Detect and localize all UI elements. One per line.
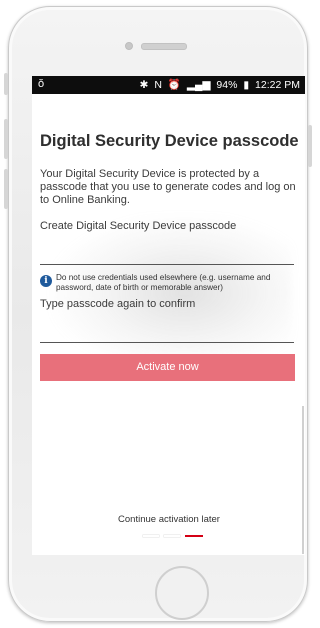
page-dot-3-active <box>185 535 203 537</box>
status-bar: ŏ ✱ N ⏰ ▂▄▆ 94% ▮ 12:22 PM <box>32 76 305 94</box>
status-time: 12:22 PM <box>255 79 300 91</box>
page-indicator <box>143 535 213 538</box>
info-hint: Do not use credentials used elsewhere (e… <box>56 273 271 292</box>
scrollbar[interactable] <box>302 406 304 554</box>
confirm-passcode-label: Type passcode again to confirm <box>40 298 196 310</box>
activate-now-button[interactable]: Activate now <box>40 354 295 381</box>
phone-screen: ŏ ✱ N ⏰ ▂▄▆ 94% ▮ 12:22 PM Digital Secur… <box>32 76 305 555</box>
confirm-passcode-input[interactable] <box>40 324 294 343</box>
battery-percent: 94% <box>216 79 238 91</box>
page-dot-1 <box>143 535 159 537</box>
earpiece-speaker <box>141 43 187 50</box>
page-title: Digital Security Device passcode <box>40 132 299 150</box>
volume-up-button <box>4 119 8 159</box>
info-icon: i <box>40 275 52 287</box>
status-icons: ✱ N ⏰ ▂▄▆ 94% ▮ 12:22 PM <box>137 78 300 91</box>
home-button[interactable] <box>155 566 209 620</box>
bluetooth-icon: ✱ <box>139 79 149 91</box>
alarm-icon: ⏰ <box>167 79 181 91</box>
signal-icon: ▂▄▆ <box>186 79 211 91</box>
page-description: Your Digital Security Device is protecte… <box>40 168 296 206</box>
front-camera <box>125 42 133 50</box>
mute-switch <box>4 73 8 95</box>
continue-later-link[interactable]: Continue activation later <box>40 514 298 525</box>
battery-icon: ▮ <box>243 79 250 91</box>
volume-down-button <box>4 169 8 209</box>
power-button <box>308 125 312 167</box>
nfc-icon: N <box>154 79 162 91</box>
notification-icon: ŏ <box>38 78 45 90</box>
create-passcode-input[interactable] <box>40 246 294 265</box>
page-dot-2 <box>164 535 180 537</box>
create-passcode-label: Create Digital Security Device passcode <box>40 220 237 232</box>
